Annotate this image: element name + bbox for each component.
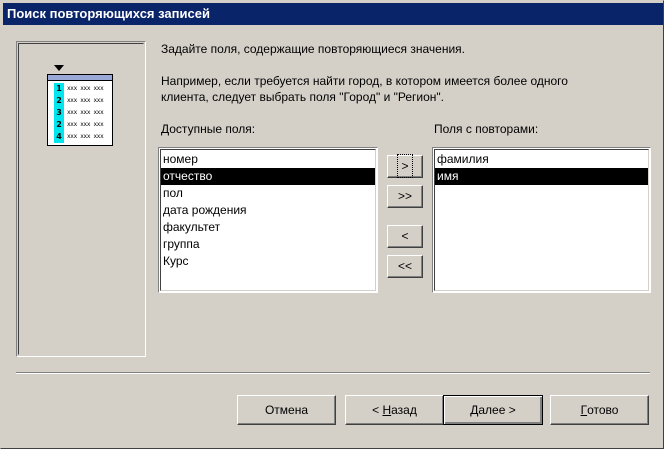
add-field-button[interactable]: > [387, 154, 423, 178]
finish-button[interactable]: Готово [550, 395, 649, 425]
instruction-text: Задайте поля, содержащие повторяющиеся з… [161, 42, 465, 56]
list-item[interactable]: фамилия [435, 151, 648, 168]
next-button[interactable]: Далее > [443, 395, 543, 425]
add-all-fields-button[interactable]: >> [387, 185, 423, 208]
preview-row: 4 xxx xxx xxx [48, 131, 112, 143]
list-item[interactable]: пол [161, 185, 375, 202]
available-fields-label: Доступные поля: [161, 122, 256, 136]
list-item[interactable]: имя [435, 168, 648, 185]
table-preview-icon: 1 xxx xxx xxx 2 xxx xxx xxx 3 xxx xxx xx… [47, 74, 113, 146]
list-item[interactable]: факультет [161, 219, 375, 236]
remove-all-fields-button[interactable]: << [387, 255, 423, 278]
list-item[interactable]: группа [161, 236, 375, 253]
back-button[interactable]: < Назад [345, 395, 444, 425]
remove-field-button[interactable]: < [387, 225, 423, 248]
list-item[interactable]: номер [161, 151, 375, 168]
arrow-down-icon [54, 65, 64, 71]
list-item[interactable]: дата рождения [161, 202, 375, 219]
list-item[interactable]: отчество [161, 168, 375, 185]
preview-row: 2 xxx xxx xxx [48, 119, 112, 131]
preview-row: 1 xxx xxx xxx [48, 83, 112, 95]
repeated-fields-list[interactable]: фамилия имя [432, 147, 651, 293]
repeated-fields-label: Поля с повторами: [434, 122, 539, 136]
example-text-line1: Например, если требуется найти город, в … [161, 74, 568, 88]
cancel-button[interactable]: Отмена [237, 395, 336, 425]
example-text-line2: клиента, следует выбрать поля "Город" и … [161, 90, 444, 104]
window-title: Поиск повторяющихся записей [7, 6, 210, 21]
divider [16, 372, 650, 374]
preview-row: 3 xxx xxx xxx [48, 107, 112, 119]
title-bar[interactable]: Поиск повторяющихся записей [3, 3, 663, 25]
dialog-window: Поиск повторяющихся записей 1 xxx xxx xx… [0, 0, 664, 449]
available-fields-list[interactable]: номер отчество пол дата рождения факульт… [158, 147, 378, 293]
list-item[interactable]: Курс [161, 253, 375, 270]
preview-row: 2 xxx xxx xxx [48, 95, 112, 107]
